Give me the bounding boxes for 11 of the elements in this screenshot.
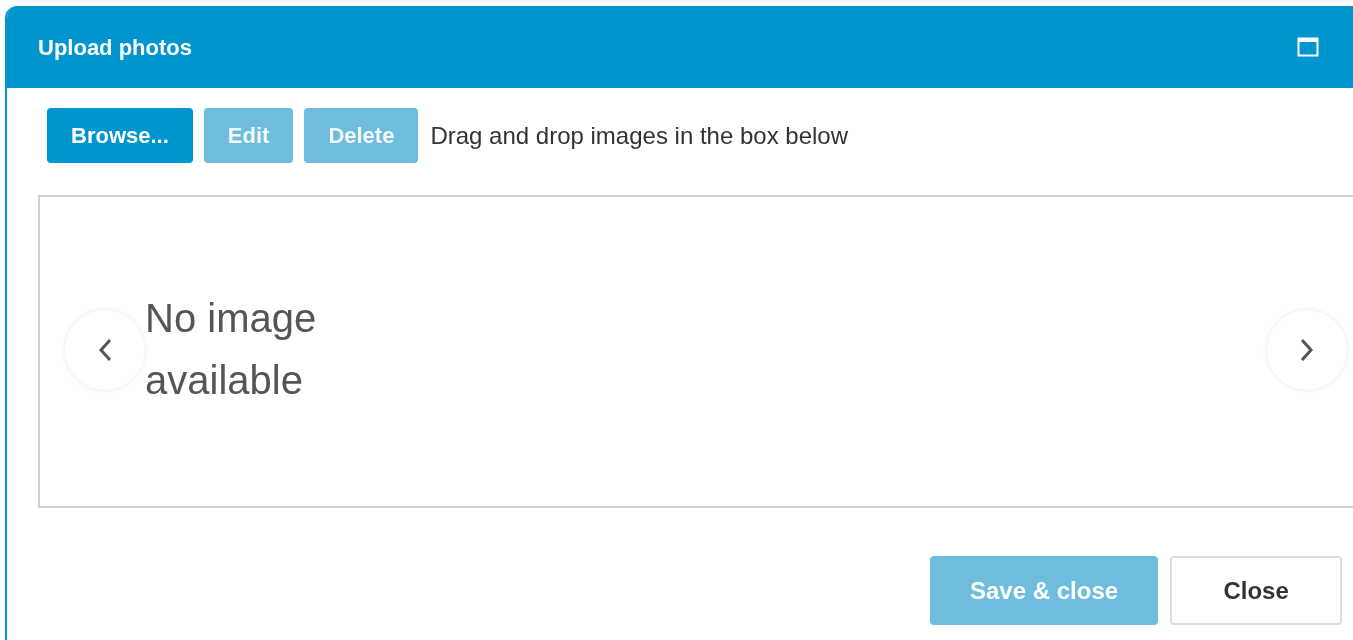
image-drop-area[interactable]: No image available	[38, 195, 1353, 508]
no-image-text: No image available	[145, 294, 318, 404]
next-button[interactable]	[1267, 310, 1347, 390]
chevron-right-icon	[1300, 338, 1314, 362]
browse-button[interactable]: Browse...	[47, 108, 193, 163]
previous-button[interactable]	[65, 310, 145, 390]
close-button[interactable]: Close	[1170, 556, 1343, 625]
maximize-icon[interactable]	[1297, 37, 1319, 57]
dialog-title: Upload photos	[38, 33, 192, 62]
drag-drop-hint: Drag and drop images in the box below	[430, 120, 848, 151]
chevron-left-icon	[98, 338, 112, 362]
